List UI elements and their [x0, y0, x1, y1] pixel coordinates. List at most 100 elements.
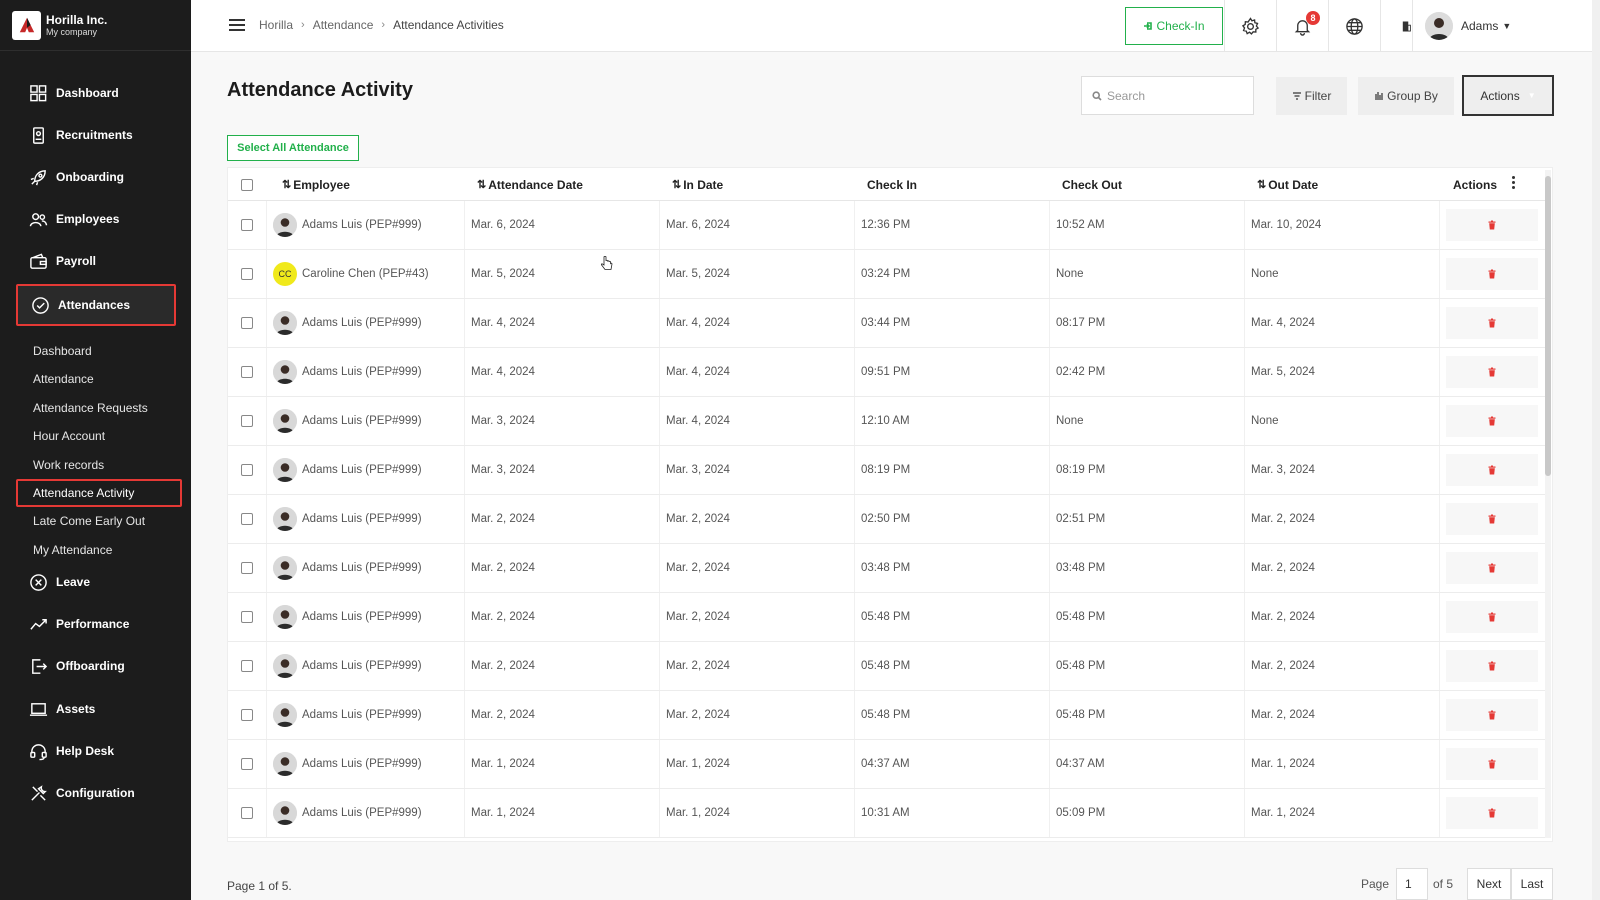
- delete-button[interactable]: [1446, 601, 1538, 633]
- select-all-checkbox[interactable]: [241, 178, 253, 191]
- table-row[interactable]: Adams Luis (PEP#999) Mar. 2, 2024 Mar. 2, …: [228, 593, 1545, 642]
- row-checkbox[interactable]: [241, 317, 253, 329]
- last-page-button[interactable]: Last: [1511, 868, 1553, 900]
- row-checkbox[interactable]: [241, 562, 253, 574]
- column-header-in-date[interactable]: ⇅ In Date: [672, 168, 723, 201]
- delete-button[interactable]: [1446, 307, 1538, 339]
- sidebar-item-configuration[interactable]: Configuration: [16, 772, 176, 814]
- row-checkbox[interactable]: [241, 709, 253, 721]
- column-header-attendance-date[interactable]: ⇅ Attendance Date: [477, 168, 583, 201]
- column-divider: [1049, 446, 1050, 494]
- subnav-item-work-records[interactable]: Work records: [16, 451, 182, 479]
- user-menu[interactable]: Adams ▼: [1412, 0, 1527, 52]
- out-date-cell: Mar. 2, 2024: [1251, 660, 1315, 672]
- table-row[interactable]: Adams Luis (PEP#999) Mar. 1, 2024 Mar. 1, …: [228, 789, 1545, 838]
- settings-button[interactable]: [1224, 0, 1276, 52]
- column-divider: [1244, 642, 1245, 690]
- notifications-button[interactable]: 8: [1276, 0, 1328, 52]
- column-divider: [854, 593, 855, 641]
- delete-button[interactable]: [1446, 552, 1538, 584]
- table-row[interactable]: Adams Luis (PEP#999) Mar. 3, 2024 Mar. 4, …: [228, 397, 1545, 446]
- sort-icon: ⇅: [282, 179, 291, 191]
- delete-button[interactable]: [1446, 209, 1538, 241]
- select-all-attendance-button[interactable]: Select All Attendance: [227, 135, 359, 161]
- row-checkbox[interactable]: [241, 807, 253, 819]
- delete-button[interactable]: [1446, 454, 1538, 486]
- sidebar-item-offboarding[interactable]: Offboarding: [16, 645, 176, 687]
- subnav-item-late-come-early-out[interactable]: Late Come Early Out: [16, 507, 182, 535]
- sidebar-item-employees[interactable]: Employees: [16, 198, 176, 240]
- row-checkbox[interactable]: [241, 268, 253, 280]
- row-checkbox[interactable]: [241, 660, 253, 672]
- table-row[interactable]: Adams Luis (PEP#999) Mar. 3, 2024 Mar. 3, …: [228, 446, 1545, 495]
- table-scrollbar[interactable]: [1545, 170, 1551, 838]
- column-divider: [1244, 740, 1245, 788]
- column-divider: [1439, 201, 1440, 249]
- next-page-button[interactable]: Next: [1467, 868, 1511, 900]
- row-checkbox[interactable]: [241, 464, 253, 476]
- delete-button[interactable]: [1446, 797, 1538, 829]
- sidebar-item-leave[interactable]: Leave: [16, 561, 176, 603]
- sidebar-item-performance[interactable]: Performance: [16, 603, 176, 645]
- language-button[interactable]: [1328, 0, 1380, 52]
- delete-button[interactable]: [1446, 650, 1538, 682]
- table-row[interactable]: Adams Luis (PEP#999) Mar. 2, 2024 Mar. 2, …: [228, 691, 1545, 740]
- sidebar-item-assets[interactable]: Assets: [16, 688, 176, 730]
- row-checkbox[interactable]: [241, 415, 253, 427]
- table-row[interactable]: Adams Luis (PEP#999) Mar. 2, 2024 Mar. 2, …: [228, 495, 1545, 544]
- table-row[interactable]: Adams Luis (PEP#999) Mar. 6, 2024 Mar. 6, …: [228, 201, 1545, 250]
- column-header-employee[interactable]: ⇅ Employee: [282, 168, 350, 201]
- subnav-item-hour-account[interactable]: Hour Account: [16, 422, 182, 450]
- subnav-item-dashboard[interactable]: Dashboard: [16, 337, 182, 365]
- employee-name: Caroline Chen (PEP#43): [302, 268, 429, 280]
- table-row[interactable]: Adams Luis (PEP#999) Mar. 2, 2024 Mar. 2, …: [228, 642, 1545, 691]
- delete-button[interactable]: [1446, 748, 1538, 780]
- sidebar-item-dashboard[interactable]: Dashboard: [16, 72, 176, 114]
- employee-name: Adams Luis (PEP#999): [302, 611, 422, 623]
- table-row[interactable]: Adams Luis (PEP#999) Mar. 4, 2024 Mar. 4, …: [228, 299, 1545, 348]
- sidebar-item-attendances[interactable]: Attendances: [16, 284, 176, 326]
- filter-button[interactable]: Filter: [1276, 77, 1347, 115]
- sidebar-item-recruitments[interactable]: Recruitments: [16, 114, 176, 156]
- subnav-item-attendance[interactable]: Attendance: [16, 365, 182, 393]
- row-checkbox[interactable]: [241, 219, 253, 231]
- menu-toggle-icon[interactable]: [229, 19, 245, 32]
- table-row[interactable]: Adams Luis (PEP#999) Mar. 4, 2024 Mar. 4, …: [228, 348, 1545, 397]
- actions-dropdown-button[interactable]: Actions ▼: [1462, 75, 1554, 116]
- column-options-icon[interactable]: [1510, 176, 1516, 192]
- row-checkbox[interactable]: [241, 366, 253, 378]
- page-scrollbar[interactable]: [1592, 0, 1600, 900]
- subnav-item-my-attendance[interactable]: My Attendance: [16, 536, 182, 564]
- row-checkbox[interactable]: [241, 611, 253, 623]
- breadcrumb: Horilla › Attendance › Attendance Activi…: [259, 18, 504, 32]
- page-number-input[interactable]: 1: [1396, 868, 1428, 900]
- breadcrumb-item-attendance[interactable]: Attendance: [313, 18, 374, 32]
- row-checkbox[interactable]: [241, 758, 253, 770]
- column-header-out-date[interactable]: ⇅ Out Date: [1257, 168, 1318, 201]
- sidebar-item-payroll[interactable]: Payroll: [16, 240, 176, 282]
- scrollbar-thumb[interactable]: [1545, 176, 1551, 476]
- breadcrumb-item-horilla[interactable]: Horilla: [259, 18, 293, 32]
- column-divider: [266, 593, 267, 641]
- delete-button[interactable]: [1446, 503, 1538, 535]
- company-header[interactable]: Horilla Inc. My company: [0, 0, 191, 51]
- search-input[interactable]: [1107, 88, 1247, 103]
- employee-cell: Adams Luis (PEP#999): [273, 348, 422, 396]
- group-by-button[interactable]: Group By: [1358, 77, 1454, 115]
- sidebar-item-help-desk[interactable]: Help Desk: [16, 730, 176, 772]
- delete-button[interactable]: [1446, 356, 1538, 388]
- delete-button[interactable]: [1446, 405, 1538, 437]
- table-row[interactable]: CC Caroline Chen (PEP#43) Mar. 5, 2024 Mar.…: [228, 250, 1545, 299]
- attendance-date-cell: Mar. 2, 2024: [471, 513, 535, 525]
- sidebar-item-onboarding[interactable]: Onboarding: [16, 156, 176, 198]
- table-row[interactable]: Adams Luis (PEP#999) Mar. 1, 2024 Mar. 1, …: [228, 740, 1545, 789]
- check-in-cell: 05:48 PM: [861, 611, 911, 623]
- check-in-button[interactable]: Check-In: [1125, 7, 1223, 45]
- search-box[interactable]: [1081, 76, 1254, 115]
- table-row[interactable]: Adams Luis (PEP#999) Mar. 2, 2024 Mar. 2, …: [228, 544, 1545, 593]
- delete-button[interactable]: [1446, 699, 1538, 731]
- delete-button[interactable]: [1446, 258, 1538, 290]
- subnav-item-attendance-requests[interactable]: Attendance Requests: [16, 394, 182, 422]
- row-checkbox[interactable]: [241, 513, 253, 525]
- subnav-item-attendance-activity[interactable]: Attendance Activity: [16, 479, 182, 507]
